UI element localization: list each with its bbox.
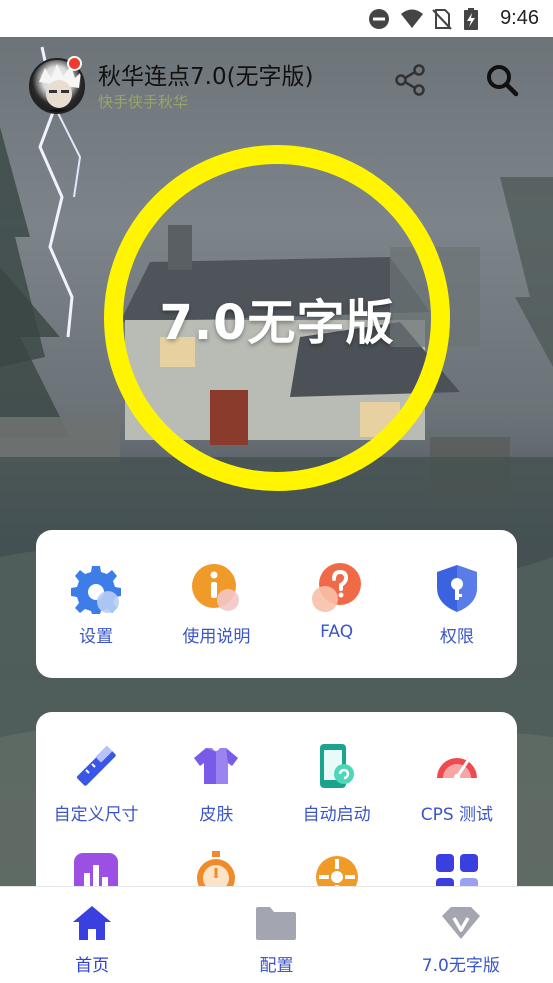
nav-vip-label: 7.0无字版 [421, 956, 500, 976]
no-sim-icon [432, 8, 454, 30]
speedometer-icon [431, 740, 483, 792]
instructions-label: 使用说明 [182, 627, 251, 647]
hero-start-button[interactable]: 7.0无字版 [104, 145, 450, 491]
ruler-pencil-icon [70, 740, 122, 792]
quick-actions-card: 设置 使用说明 FAQ 权限 [36, 530, 517, 678]
vip-diamond-icon [439, 903, 483, 943]
shield-key-icon [431, 562, 483, 614]
cps-test-label: CPS 测试 [420, 805, 494, 825]
skin-item[interactable]: 皮肤 [156, 740, 276, 825]
nav-config[interactable]: 配置 [184, 887, 368, 983]
status-bar: 9:46 [0, 0, 553, 37]
notification-dot [67, 56, 82, 71]
bottom-navigation: 首页 配置 7.0无字版 [0, 886, 553, 983]
auto-start-label: 自动启动 [302, 805, 371, 825]
skin-label: 皮肤 [199, 805, 234, 825]
features-card: 自定义尺寸 皮肤 自动启动 CPS 测试 [36, 712, 517, 912]
nav-config-label: 配置 [259, 956, 294, 976]
tshirt-icon [190, 740, 242, 792]
search-button[interactable] [482, 62, 522, 102]
custom-size-label: 自定义尺寸 [53, 805, 139, 825]
faq-label: FAQ [320, 622, 354, 642]
battery-charging-icon [464, 7, 486, 30]
settings-item[interactable]: 设置 [36, 562, 156, 647]
folder-icon [254, 903, 298, 943]
hero-label: 7.0无字版 [159, 295, 395, 351]
gear-icon [70, 562, 122, 614]
status-time: 9:46 [500, 7, 539, 29]
share-button[interactable] [390, 62, 430, 102]
question-icon [311, 562, 363, 614]
faq-item[interactable]: FAQ [277, 562, 397, 647]
app-subtitle: 快手侠手秋华 [98, 93, 189, 111]
custom-size-item[interactable]: 自定义尺寸 [36, 740, 156, 825]
nav-home[interactable]: 首页 [0, 887, 184, 983]
permissions-item[interactable]: 权限 [397, 562, 517, 647]
phone-autostart-icon [311, 740, 363, 792]
cps-test-item[interactable]: CPS 测试 [397, 740, 517, 825]
wifi-icon [400, 8, 424, 30]
nav-vip[interactable]: 7.0无字版 [369, 887, 553, 983]
search-icon [485, 63, 519, 101]
app-title: 秋华连点7.0(无字版) [98, 64, 314, 90]
auto-start-item[interactable]: 自动启动 [277, 740, 397, 825]
settings-label: 设置 [79, 627, 114, 647]
share-icon [393, 63, 427, 101]
info-icon [190, 562, 242, 614]
app-header: 秋华连点7.0(无字版) 快手侠手秋华 [0, 37, 553, 132]
do-not-disturb-icon [368, 8, 390, 30]
permissions-label: 权限 [439, 627, 474, 647]
home-icon [70, 903, 114, 943]
nav-home-label: 首页 [75, 956, 110, 976]
instructions-item[interactable]: 使用说明 [156, 562, 276, 647]
